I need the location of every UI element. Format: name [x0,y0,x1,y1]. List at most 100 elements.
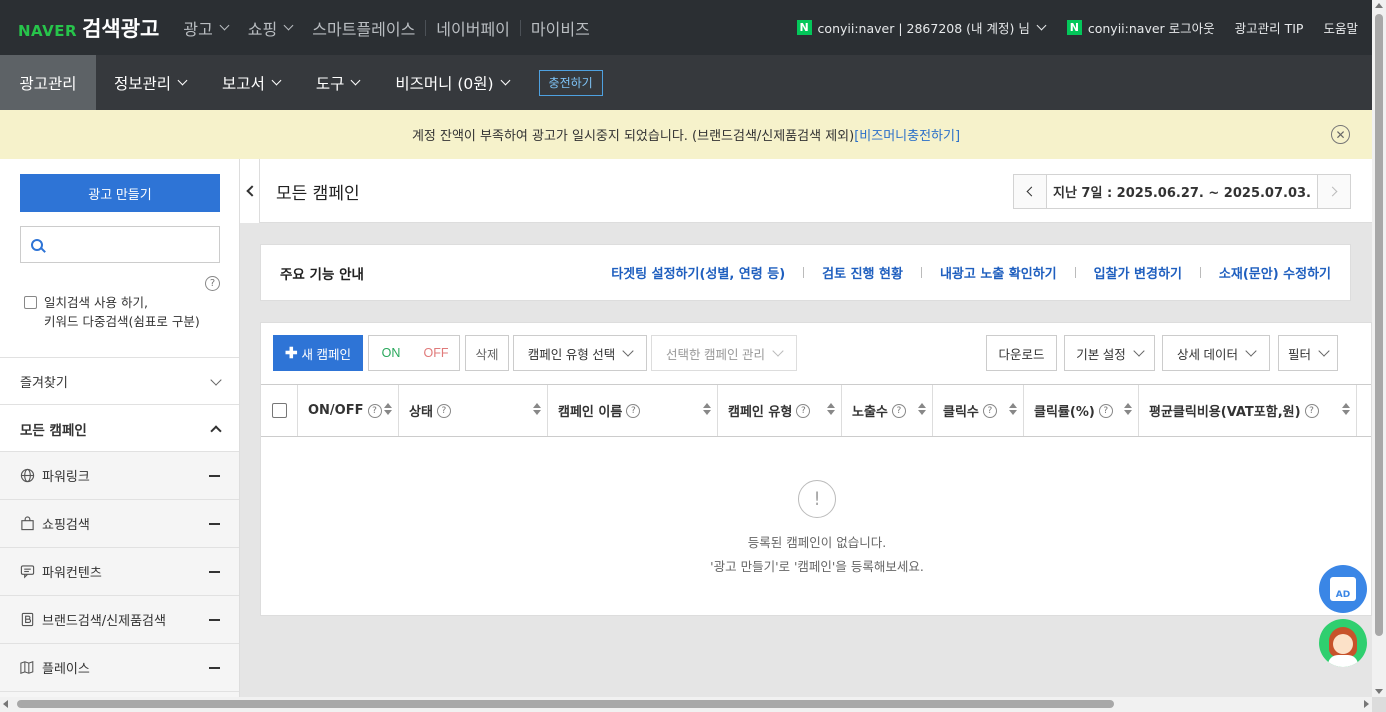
collapse-dash-icon[interactable] [209,666,220,669]
help-icon[interactable]: ? [1304,403,1319,418]
account-area: N conyii:naver | 2867208 (내 계정) 님 N cony… [796,0,1358,55]
exact-match-checkbox[interactable] [24,296,37,309]
sidebar-collapse-button[interactable] [240,159,260,223]
help-icon[interactable]: ? [796,403,811,418]
sort-icon[interactable] [827,403,835,415]
sidebar-search-input[interactable] [51,229,219,260]
empty-state: ! 등록된 캠페인이 없습니다. '광고 만들기'로 '캠페인'을 등록해보세요… [261,437,1371,615]
on-button[interactable]: ON [368,335,414,371]
sidebar-item-powercontents[interactable]: 파워컨텐츠 [0,547,239,595]
off-button[interactable]: OFF [413,335,460,371]
sort-icon[interactable] [533,403,541,415]
top-nav-shopping-label: 쇼핑 [247,19,278,39]
exact-match-option[interactable]: 일치검색 사용 하기, 키워드 다중검색(쉼표로 구분) [24,293,200,331]
review-status-link[interactable]: 검토 진행 현황 [822,263,903,282]
sort-icon[interactable] [1009,403,1017,415]
close-icon[interactable]: ✕ [1331,125,1350,144]
collapse-dash-icon[interactable] [209,474,220,477]
help-icon[interactable]: ? [205,276,220,291]
creative-edit-link[interactable]: 소재(문안) 수정하기 [1219,263,1331,282]
logout-link[interactable]: N conyii:naver 로그아웃 [1066,18,1215,37]
collapse-dash-icon[interactable] [209,570,220,573]
top-nav-ads[interactable]: 광고 [173,16,237,40]
low-balance-notice: 계정 잔액이 부족하여 광고가 일시중지 되었습니다. (브랜드검색/신제품검색… [0,110,1372,159]
column-avg-cpc[interactable]: 평균클릭비용(VAT포함,원)? [1139,385,1357,436]
collapse-dash-icon[interactable] [209,618,220,621]
sort-icon[interactable] [1124,403,1132,415]
vertical-scroll-thumb[interactable] [1375,14,1383,636]
sidebar-item-powerlink[interactable]: 파워링크 [0,451,239,499]
download-button[interactable]: 다운로드 [986,335,1057,371]
top-nav-shopping[interactable]: 쇼핑 [238,16,302,40]
tab-tools[interactable]: 도구 [298,55,378,110]
sort-icon[interactable] [1342,403,1350,415]
column-campaign-name[interactable]: 캠페인 이름? [548,385,718,436]
detail-data-select[interactable]: 상세 데이터 [1162,335,1270,371]
horizontal-scrollbar[interactable] [0,697,1372,712]
help-icon[interactable]: ? [436,403,451,418]
top-nav-naverpay-label: 네이버페이 [436,19,510,39]
naver-searchad-logo[interactable]: NAVER 검색광고 [18,13,159,43]
sidebar-item-place[interactable]: 플레이스 [0,643,239,691]
help-icon[interactable]: ? [1098,403,1113,418]
tab-info-management[interactable]: 정보관리 [96,55,204,110]
sidebar-search[interactable] [20,226,220,263]
shopping-bag-icon [20,516,35,531]
vertical-scrollbar[interactable] [1372,0,1386,697]
date-next-button[interactable] [1317,175,1350,208]
top-nav-smartplace[interactable]: 스마트플레이스 [302,16,425,40]
filter-select[interactable]: 필터 [1278,335,1338,371]
ad-floating-button[interactable]: AD [1319,565,1367,613]
help-link[interactable]: 도움말 [1323,18,1358,37]
tab-ad-management[interactable]: 광고관리 [0,55,96,110]
delete-button[interactable]: 삭제 [465,335,509,371]
help-icon[interactable]: ? [982,403,997,418]
top-nav-ads-label: 광고 [183,19,213,39]
select-all-checkbox[interactable] [272,403,287,418]
horizontal-scroll-thumb[interactable] [17,700,1114,708]
sort-icon[interactable] [918,403,926,415]
sidebar-favorites[interactable]: 즐겨찾기 [0,357,239,405]
feature-guide-links: 타겟팅 설정하기(성별, 연령 등) 검토 진행 현황 내광고 노출 확인하기 … [611,263,1331,282]
scroll-left-icon[interactable] [3,700,8,708]
account-menu[interactable]: N conyii:naver | 2867208 (내 계정) 님 [796,18,1047,37]
top-nav-naverpay[interactable]: 네이버페이 [426,16,520,40]
date-range-picker[interactable]: 지난 7일 : 2025.06.27. ~ 2025.07.03. [1013,174,1351,209]
ad-exposure-check-link[interactable]: 내광고 노출 확인하기 [940,263,1057,282]
create-ad-button[interactable]: 광고 만들기 [20,174,220,212]
top-nav-mybiz[interactable]: 마이비즈 [521,16,600,40]
collapse-dash-icon[interactable] [209,522,220,525]
date-range-label[interactable]: 지난 7일 : 2025.06.27. ~ 2025.07.03. [1047,182,1317,201]
column-campaign-type[interactable]: 캠페인 유형? [718,385,842,436]
manage-selected-select[interactable]: 선택한 캠페인 관리 [651,335,797,371]
help-icon[interactable]: ? [626,403,641,418]
sidebar-item-shopping-search[interactable]: 쇼핑검색 [0,499,239,547]
sort-icon[interactable] [703,403,711,415]
column-clicks[interactable]: 클릭수? [933,385,1024,436]
targeting-settings-link[interactable]: 타겟팅 설정하기(성별, 연령 등) [611,263,785,282]
sidebar-item-brand-search[interactable]: 브랜드검색/신제품검색 [0,595,239,643]
tab-bizmoney[interactable]: 비즈머니 (0원) [377,55,526,110]
tab-reports[interactable]: 보고서 [204,55,298,110]
chat-assistant-button[interactable] [1319,619,1367,667]
ad-tip-link[interactable]: 광고관리 TIP [1235,18,1304,37]
scroll-right-icon[interactable] [1364,700,1369,708]
basic-settings-select[interactable]: 기본 설정 [1064,335,1155,371]
new-campaign-button[interactable]: ✚ 새 캠페인 [273,335,363,371]
campaign-type-select[interactable]: 캠페인 유형 선택 [513,335,647,371]
column-ctr[interactable]: 클릭률(%)? [1024,385,1139,436]
help-icon[interactable]: ? [367,403,382,418]
column-onoff[interactable]: ON/OFF? [298,385,399,436]
date-prev-button[interactable] [1014,175,1047,208]
empty-message-line2: '광고 만들기'로 '캠페인'을 등록해보세요. [710,559,924,574]
scroll-down-icon[interactable] [1375,689,1383,694]
scroll-up-icon[interactable] [1375,3,1383,8]
sidebar-all-campaigns[interactable]: 모든 캠페인 [0,404,239,452]
help-icon[interactable]: ? [891,403,906,418]
column-impressions[interactable]: 노출수? [842,385,933,436]
bid-change-link[interactable]: 입찰가 변경하기 [1094,263,1182,282]
charge-button[interactable]: 충전하기 [538,69,603,96]
bizmoney-charge-link[interactable]: [비즈머니충전하기] [854,125,960,144]
sort-icon[interactable] [384,403,392,415]
column-status[interactable]: 상태? [399,385,548,436]
